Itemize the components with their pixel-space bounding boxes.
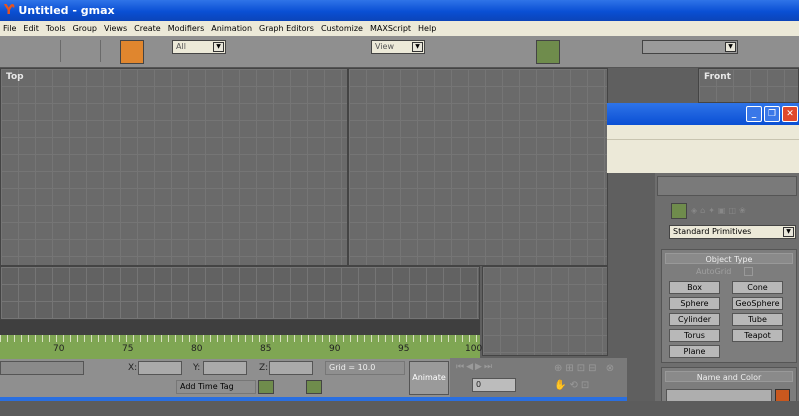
geosphere-button[interactable]: GeoSphere [732,297,783,310]
menu-modifiers[interactable]: Modifiers [168,24,205,33]
tick-label: 100 [465,344,483,354]
menu-maxscript[interactable]: MAXScript [370,24,411,33]
box-button[interactable]: Box [669,281,720,294]
viewport-top[interactable]: Top [0,68,348,266]
current-frame-field[interactable]: 0 [472,378,516,392]
tick-label: 70 [53,344,65,354]
name-color-header[interactable]: Name and Color [665,371,793,382]
grid-spacing-readout: Grid = 10.0 [325,361,405,375]
selection-filter-value: All [176,42,186,51]
divider [607,139,799,140]
primitive-type-value: Standard Primitives [673,227,752,236]
y-coordinate-field[interactable] [203,361,247,375]
object-type-rollout: Object Type AutoGrid Box Cone Sphere Geo… [661,249,797,363]
autogrid-checkbox[interactable] [744,267,753,276]
main-toolbar: All ▼ View ▼ ▼ [0,36,799,68]
primitive-type-select[interactable]: Standard Primitives ▼ [669,225,796,239]
chevron-down-icon: ▼ [725,42,736,52]
object-type-title: Object Type [705,255,753,264]
object-type-header[interactable]: Object Type [665,253,793,264]
tick-label: 80 [191,344,203,354]
window-title: Untitled - gmax [18,4,115,17]
menu-file[interactable]: File [3,24,16,33]
floating-window-titlebar[interactable]: _ ❐ ✕ [607,103,799,125]
object-color-swatch[interactable] [120,40,144,64]
menu-help[interactable]: Help [418,24,436,33]
sphere-button[interactable]: Sphere [669,297,720,310]
title-bar: Ƴ Untitled - gmax [0,0,799,21]
viewport-navigation-icons[interactable]: ⊕⊞⊡⊟ ⊗✋⟲⊡ [554,360,624,396]
tick-label: 85 [260,344,272,354]
menu-customize[interactable]: Customize [321,24,363,33]
x-coordinate-field[interactable] [138,361,182,375]
torus-button[interactable]: Torus [669,329,720,342]
named-selection-select[interactable]: ▼ [642,40,738,54]
menu-edit[interactable]: Edit [23,24,39,33]
viewport-front[interactable]: Front [698,68,799,103]
x-label: X: [128,363,138,373]
bottom-strip [0,401,799,416]
menu-bar: File Edit Tools Group Views Create Modif… [0,21,799,36]
chevron-down-icon: ▼ [412,42,423,52]
tick-label: 90 [329,344,341,354]
selection-filter-select[interactable]: All ▼ [172,40,226,54]
tube-button[interactable]: Tube [732,313,783,326]
close-icon[interactable]: ✕ [782,106,798,122]
viewport-label-front[interactable]: Front [704,72,731,82]
command-panel-tabs[interactable] [657,176,797,196]
animate-button[interactable]: Animate [409,361,449,395]
track-bar[interactable]: 70 75 80 85 90 95 100 [0,335,483,359]
prompt-line [0,361,84,375]
add-time-tag-button[interactable]: Add Time Tag [176,380,256,394]
timeline-ticks [0,335,480,342]
menu-graph-editors[interactable]: Graph Editors [259,24,314,33]
key-mode-button[interactable] [306,380,322,394]
menu-animation[interactable]: Animation [211,24,252,33]
snap-toggle-button[interactable] [536,40,560,64]
restore-icon[interactable]: ❐ [764,106,780,122]
tick-label: 75 [122,344,134,354]
plane-button[interactable]: Plane [669,345,720,358]
y-label: Y: [193,363,201,373]
menu-create[interactable]: Create [134,24,161,33]
status-bar: X: Y: Z: Grid = 10.0 Animate Add Time Ta… [0,359,480,399]
playback-controls: ⏮◀▶⏭ 0 ⊕⊞⊡⊟ ⊗✋⟲⊡ [450,358,627,398]
command-panel: ◈⌂✦▣◫❀ Standard Primitives ▼ Object Type… [655,173,799,416]
toolbar-divider [100,40,101,62]
geometry-category-button[interactable] [671,203,687,219]
z-label: Z: [259,363,269,373]
minimize-icon[interactable]: _ [746,106,762,122]
name-color-title: Name and Color [696,373,762,382]
time-slider[interactable] [0,320,480,335]
toolbar-divider [60,40,61,62]
gmax-logo-icon: Ƴ [4,3,15,18]
floating-window-body [607,125,799,173]
cylinder-button[interactable]: Cylinder [669,313,720,326]
playback-buttons[interactable]: ⏮◀▶⏭ [456,362,526,374]
teapot-button[interactable]: Teapot [732,329,783,342]
reference-coord-select[interactable]: View ▼ [371,40,425,54]
viewport-perspective[interactable] [0,266,480,320]
category-icons[interactable]: ◈⌂✦▣◫❀ [691,206,791,216]
viewport-lower-right[interactable] [482,266,608,356]
chevron-down-icon: ▼ [783,227,794,237]
menu-group[interactable]: Group [73,24,97,33]
tick-label: 95 [398,344,410,354]
autogrid-label: AutoGrid [696,267,732,276]
menu-tools[interactable]: Tools [46,24,66,33]
menu-views[interactable]: Views [104,24,127,33]
z-coordinate-field[interactable] [269,361,313,375]
reference-coord-value: View [375,42,394,51]
viewport-top-right[interactable] [348,68,608,266]
viewport-label-top[interactable]: Top [6,72,24,82]
cone-button[interactable]: Cone [732,281,783,294]
lock-selection-button[interactable] [258,380,274,394]
chevron-down-icon: ▼ [213,42,224,52]
